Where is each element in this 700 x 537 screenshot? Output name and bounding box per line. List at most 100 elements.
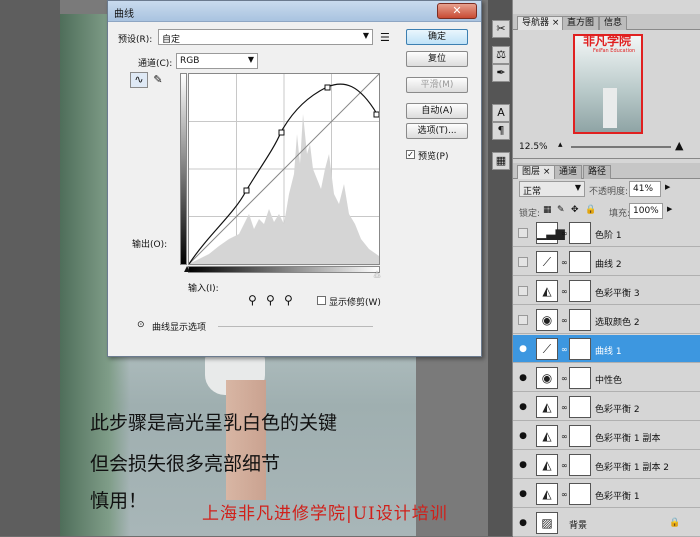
chevron-down-icon: ▼: [362, 31, 369, 40]
close-button[interactable]: ✕: [437, 3, 477, 19]
tab-paths[interactable]: 路径: [583, 165, 612, 179]
layer-row[interactable]: ● ▨ 背景 🔒: [513, 509, 700, 537]
lock-transparent-icon[interactable]: ▦: [543, 205, 552, 215]
layer-row[interactable]: ◭ ∞ 色彩平衡 3: [513, 277, 700, 305]
layer-row[interactable]: ▁▃▆ ∞ 色阶 1: [513, 219, 700, 247]
link-icon[interactable]: ∞: [561, 432, 568, 441]
preset-menu-icon[interactable]: ☰: [380, 31, 390, 44]
zoom-value[interactable]: 12.5%: [519, 142, 548, 152]
brush-dock-icon[interactable]: ✒: [492, 64, 510, 82]
link-icon[interactable]: ∞: [561, 229, 568, 238]
eye-icon[interactable]: ●: [518, 373, 528, 383]
curve-point[interactable]: [243, 187, 250, 194]
link-icon[interactable]: ∞: [561, 374, 568, 383]
visibility-toggle[interactable]: [518, 257, 528, 267]
black-eyedropper-icon[interactable]: ⚲: [248, 293, 257, 307]
opacity-field[interactable]: 41%: [629, 181, 661, 197]
layer-mask-thumbnail[interactable]: [569, 309, 591, 331]
dialog-titlebar[interactable]: 曲线 ✕: [108, 1, 481, 22]
curve-point[interactable]: [373, 111, 380, 118]
fill-label: 填充:: [609, 209, 631, 219]
eye-icon[interactable]: ●: [518, 489, 528, 499]
tab-histogram[interactable]: 直方图: [562, 16, 600, 30]
curve-point[interactable]: [278, 129, 285, 136]
visibility-toggle[interactable]: [518, 286, 528, 296]
preset-select[interactable]: 自定 ▼: [158, 29, 373, 45]
link-icon[interactable]: ∞: [561, 316, 568, 325]
white-eyedropper-icon[interactable]: ⚲: [284, 293, 293, 307]
curve-point[interactable]: [324, 84, 331, 91]
tab-info[interactable]: 信息: [599, 16, 628, 30]
visibility-toggle[interactable]: [518, 315, 528, 325]
layer-row[interactable]: ● ◭ ∞ 色彩平衡 1: [513, 480, 700, 508]
layer-mask-thumbnail[interactable]: [569, 454, 591, 476]
fill-field[interactable]: 100%: [629, 203, 663, 219]
curves-graph[interactable]: [188, 73, 380, 265]
curve-options-label[interactable]: 曲线显示选项: [152, 320, 206, 333]
layer-row[interactable]: ● ⟋ ∞ 曲线 1: [513, 335, 700, 363]
layer-mask-thumbnail[interactable]: [569, 483, 591, 505]
photo-legs: [226, 380, 266, 500]
visibility-toggle[interactable]: [518, 228, 528, 238]
chevron-right-icon[interactable]: ▶: [665, 183, 670, 191]
auto-button[interactable]: 自动(A): [406, 103, 468, 119]
eye-icon[interactable]: ●: [518, 344, 528, 354]
layer-mask-thumbnail[interactable]: [569, 367, 591, 389]
layer-row[interactable]: ● ◭ ∞ 色彩平衡 1 副本: [513, 422, 700, 450]
show-clipping-checkbox[interactable]: [317, 296, 326, 305]
layer-row[interactable]: ● ◉ ∞ 中性色: [513, 364, 700, 392]
blend-mode-select[interactable]: 正常 ▼: [519, 181, 585, 197]
expand-icon[interactable]: ⊙: [137, 320, 145, 330]
channel-select[interactable]: RGB ▼: [176, 53, 258, 69]
layer-mask-thumbnail[interactable]: [569, 251, 591, 273]
link-icon[interactable]: ∞: [561, 258, 568, 267]
ok-button[interactable]: 确定: [406, 29, 468, 45]
layer-dock-icon[interactable]: ▦: [492, 152, 510, 170]
layer-name: 色彩平衡 1: [595, 492, 640, 502]
black-point-slider[interactable]: ▲: [184, 264, 190, 273]
chevron-right-icon[interactable]: ▶: [667, 205, 672, 213]
pencil-icon[interactable]: ✎: [149, 72, 167, 88]
smooth-button[interactable]: 平滑(M): [406, 77, 468, 93]
tab-channels[interactable]: 通道: [554, 165, 583, 179]
zoom-slider[interactable]: [571, 146, 671, 148]
color-balance-icon: ◭: [536, 280, 558, 302]
layer-mask-thumbnail[interactable]: [569, 338, 591, 360]
layer-row[interactable]: ● ◭ ∞ 色彩平衡 1 副本 2: [513, 451, 700, 479]
eye-icon[interactable]: ●: [518, 460, 528, 470]
eye-icon[interactable]: ●: [518, 431, 528, 441]
white-point-slider[interactable]: △: [374, 269, 380, 278]
gray-eyedropper-icon[interactable]: ⚲: [266, 293, 275, 307]
layer-row[interactable]: ● ◭ ∞ 色彩平衡 2: [513, 393, 700, 421]
navigator-dock-icon[interactable]: ✂: [492, 20, 510, 38]
layer-row[interactable]: ◉ ∞ 选取颜色 2: [513, 306, 700, 334]
reset-button[interactable]: 复位: [406, 51, 468, 67]
close-icon: ✕: [452, 4, 462, 17]
layer-mask-thumbnail[interactable]: [569, 280, 591, 302]
zoom-in-icon[interactable]: ▲: [675, 139, 683, 152]
tab-layers[interactable]: 图层 ×: [517, 165, 556, 179]
options-button[interactable]: 选项(T)...: [406, 123, 468, 139]
curve-point-tool-icon[interactable]: ∿: [130, 72, 148, 88]
lock-position-icon[interactable]: ✥: [571, 205, 579, 215]
zoom-out-icon[interactable]: ▴: [558, 140, 563, 150]
link-icon[interactable]: ∞: [561, 287, 568, 296]
navigator-tabbar: 导航器 × 直方图 信息: [513, 14, 700, 30]
link-icon[interactable]: ∞: [561, 345, 568, 354]
tab-navigator[interactable]: 导航器 ×: [517, 16, 565, 30]
eye-icon[interactable]: ●: [518, 518, 528, 528]
layer-mask-thumbnail[interactable]: [569, 222, 591, 244]
eye-icon[interactable]: ●: [518, 402, 528, 412]
layer-row[interactable]: ⟋ ∞ 曲线 2: [513, 248, 700, 276]
preview-checkbox[interactable]: ✓: [406, 150, 415, 159]
link-icon[interactable]: ∞: [561, 461, 568, 470]
link-icon[interactable]: ∞: [561, 490, 568, 499]
adjust-dock-icon[interactable]: ⚖: [492, 46, 510, 64]
layer-mask-thumbnail[interactable]: [569, 396, 591, 418]
lock-pixels-icon[interactable]: ✎: [557, 205, 565, 215]
paragraph-dock-icon[interactable]: ¶: [492, 122, 510, 140]
character-dock-icon[interactable]: A: [492, 104, 510, 122]
link-icon[interactable]: ∞: [561, 403, 568, 412]
lock-all-icon[interactable]: 🔒: [585, 205, 596, 215]
layer-mask-thumbnail[interactable]: [569, 425, 591, 447]
